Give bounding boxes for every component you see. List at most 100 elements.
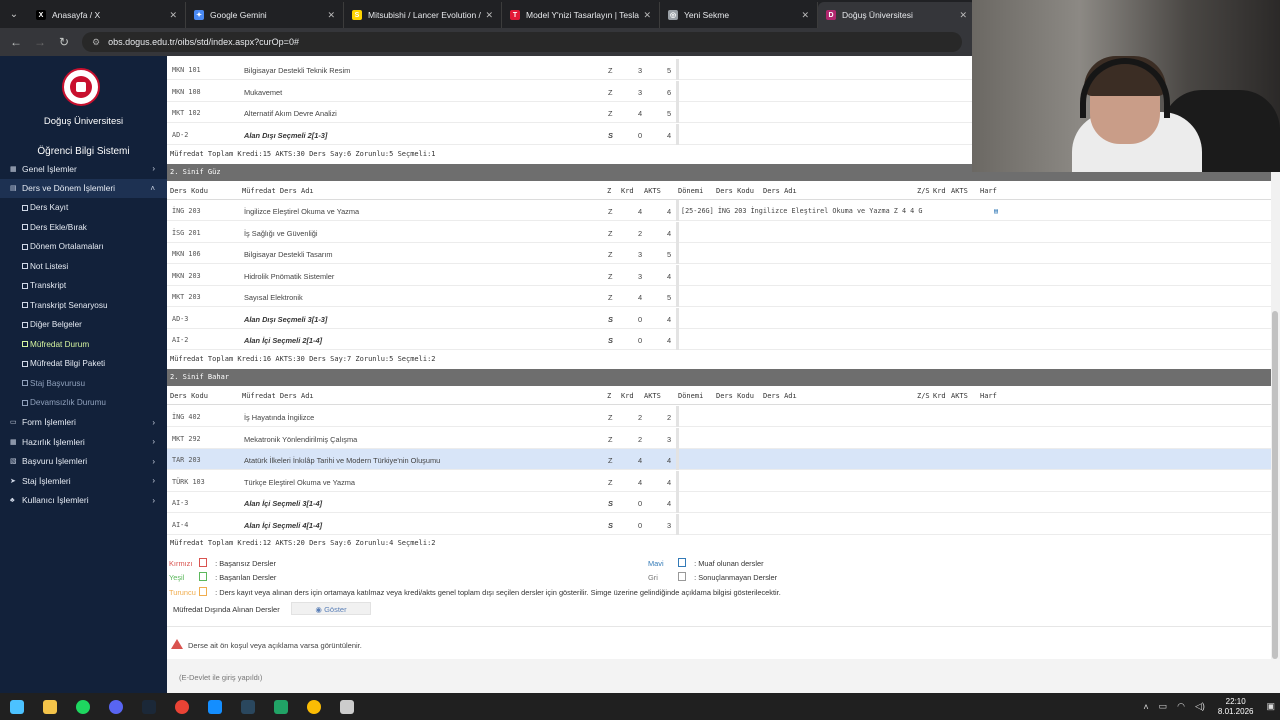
- document-icon[interactable]: ▤: [994, 207, 998, 215]
- sidebar-menu-item[interactable]: ▧ Başvuru İşlemleri ›: [0, 452, 167, 472]
- sidebar-subitem[interactable]: Not Listesi: [0, 257, 167, 277]
- chevron-up-icon[interactable]: ˄: [1143, 702, 1148, 712]
- chevron-icon: ›: [152, 437, 155, 447]
- course-row[interactable]: MKN 106 Bilgisayar Destekli Tasarım Z 3 5: [167, 243, 1271, 264]
- sidebar-menu-item[interactable]: ▦ Genel İşlemler ›: [0, 159, 167, 179]
- semester-summary: Müfredat Toplam Kredi:12 AKTS:20 Ders Sa…: [170, 539, 436, 547]
- scrollbar-thumb[interactable]: [1272, 311, 1278, 659]
- steam2-icon[interactable]: [231, 693, 264, 720]
- sidebar-subitem[interactable]: Ders Kayıt: [0, 198, 167, 218]
- course-credit: 3: [638, 271, 643, 281]
- course-row[interactable]: MKT 203 Sayısal Elektronik Z 4 5: [167, 286, 1271, 307]
- course-akts: 4: [667, 336, 672, 345]
- course-row[interactable]: İNG 203 İngilizce Eleştirel Okuma ve Yazm…: [167, 200, 1271, 221]
- close-icon[interactable]: ✕: [959, 10, 967, 21]
- wifi-icon[interactable]: ◠: [1177, 701, 1185, 712]
- chevron-icon: ›: [152, 456, 155, 466]
- volume-icon[interactable]: ◁): [1195, 701, 1205, 712]
- close-icon[interactable]: ✕: [327, 10, 335, 21]
- windows-start-icon[interactable]: [0, 693, 33, 720]
- course-row[interactable]: AI-4 Alan İçi Seçmeli 4[1-4] S 0 3: [167, 513, 1271, 535]
- col-grade: Harf: [980, 187, 997, 195]
- column-divider: [676, 80, 679, 102]
- course-akts: 4: [667, 130, 672, 140]
- course-row[interactable]: AD-3 Alan Dışı Seçmeli 3[1-3] S 0 4: [167, 307, 1271, 329]
- course-code: İNG 203: [172, 207, 201, 215]
- course-name: Bilgisayar Destekli Tasarım: [244, 250, 333, 259]
- discord-icon[interactable]: [99, 693, 132, 720]
- sidebar-subitem-label: Staj Başvurusu: [30, 378, 86, 388]
- sidebar-subitem[interactable]: Dönem Ortalamaları: [0, 237, 167, 257]
- legend-blue-desc: : Muaf olunan dersler: [694, 559, 764, 568]
- steam-icon[interactable]: [132, 693, 165, 720]
- sidebar-subitem[interactable]: Ders Ekle/Bırak: [0, 218, 167, 238]
- chrome-active-icon[interactable]: [297, 693, 330, 720]
- course-name: Alan Dışı Seçmeli 3[1-3]: [244, 314, 328, 324]
- column-divider: [676, 427, 679, 449]
- forward-icon[interactable]: →: [28, 30, 52, 54]
- col-grade: Harf: [980, 392, 997, 400]
- course-name: Mekatronik Yönlendirilmiş Çalışma: [244, 434, 358, 444]
- browser-tab[interactable]: S Mitsubishi / Lancer Evolution / ✕: [344, 2, 502, 28]
- user-icon: ♣: [10, 496, 15, 504]
- sidebar-menu-item[interactable]: ♣ Kullanıcı İşlemleri ›: [0, 491, 167, 511]
- app2-icon[interactable]: [330, 693, 363, 720]
- col-taken-akts: AKTS: [951, 187, 968, 195]
- back-icon[interactable]: ←: [4, 30, 28, 54]
- course-code: MKN 203: [172, 271, 201, 280]
- show-extra-courses-button[interactable]: ◉ Göster: [291, 602, 371, 615]
- university-logo[interactable]: [62, 68, 100, 106]
- sidebar-subitem[interactable]: Transkript Senaryosu: [0, 296, 167, 316]
- tab-search-icon[interactable]: ⌄: [0, 0, 28, 28]
- close-icon[interactable]: ✕: [801, 10, 809, 21]
- network-icon[interactable]: ▭: [1159, 701, 1168, 712]
- battlenet-icon[interactable]: [198, 693, 231, 720]
- sidebar-subitem[interactable]: Müfredat Bilgi Paketi: [0, 354, 167, 374]
- notification-icon[interactable]: ▣: [1266, 701, 1275, 712]
- app-icon[interactable]: [264, 693, 297, 720]
- sidebar-menu-item[interactable]: ▦ Hazırlık İşlemleri ›: [0, 432, 167, 452]
- course-type: S: [608, 130, 613, 140]
- sidebar-menu-item[interactable]: ▭ Form İşlemleri ›: [0, 413, 167, 433]
- spotify-icon[interactable]: [66, 693, 99, 720]
- course-row[interactable]: MKT 292 Mekatronik Yönlendirilmiş Çalışma…: [167, 427, 1271, 449]
- browser-tab[interactable]: ◎ Yeni Sekme ✕: [660, 2, 818, 28]
- site-info-icon[interactable]: ⚙: [92, 37, 100, 48]
- sidebar-menu-item[interactable]: ▤ Ders ve Dönem İşlemleri ˄: [0, 178, 167, 198]
- course-akts: 6: [667, 87, 672, 97]
- course-row[interactable]: TÜRK 103 Türkçe Eleştirel Okuma ve Yazma Z…: [167, 470, 1271, 492]
- close-icon[interactable]: ✕: [169, 10, 177, 21]
- chrome-icon[interactable]: [165, 693, 198, 720]
- square-icon: [22, 399, 28, 406]
- file-explorer-icon[interactable]: [33, 693, 66, 720]
- column-divider: [676, 449, 679, 470]
- course-row[interactable]: İNG 402 İş Hayatında İngilizce Z 2 2: [167, 406, 1271, 427]
- sidebar-subitem[interactable]: Transkript: [0, 276, 167, 296]
- clock[interactable]: 22:10 8.01.2026: [1218, 697, 1254, 717]
- university-name: Doğuş Üniversitesi: [43, 116, 124, 127]
- course-akts: 5: [667, 250, 672, 259]
- sidebar-menu-item[interactable]: ➤ Staj İşlemleri ›: [0, 471, 167, 491]
- close-icon[interactable]: ✕: [485, 10, 493, 21]
- browser-tab[interactable]: ✦ Google Gemini ✕: [186, 2, 344, 28]
- column-divider: [676, 264, 679, 286]
- col-taken-krd: Krd: [933, 392, 946, 400]
- course-row[interactable]: MKN 203 Hidrolik Pnömatik Sistemler Z 3 4: [167, 264, 1271, 286]
- reload-icon[interactable]: ↻: [52, 30, 76, 54]
- course-code: TÜRK 103: [172, 477, 205, 486]
- course-row[interactable]: AI-3 Alan İçi Seçmeli 3[1-4] S 0 4: [167, 492, 1271, 513]
- sidebar-subitem[interactable]: Staj Başvurusu: [0, 374, 167, 394]
- sidebar-subitem[interactable]: Devamsızlık Durumu: [0, 393, 167, 413]
- close-icon[interactable]: ✕: [643, 10, 651, 21]
- course-row[interactable]: TAR 203 Atatürk İlkeleri İnkılâp Tarihi v…: [167, 449, 1271, 470]
- browser-tab[interactable]: D Doğuş Üniversitesi ✕: [818, 2, 976, 28]
- course-row[interactable]: İSG 201 İş Sağlığı ve Güvenliği Z 2 4: [167, 221, 1271, 243]
- course-row[interactable]: AI-2 Alan İçi Seçmeli 2[1-4] S 0 4: [167, 329, 1271, 350]
- browser-tab[interactable]: T Model Y'nizi Tasarlayın | Tesla ✕: [502, 2, 660, 28]
- url-input[interactable]: ⚙ obs.dogus.edu.tr/oibs/std/index.aspx?c…: [82, 32, 962, 52]
- browser-tab[interactable]: X Anasayfa / X ✕: [28, 2, 186, 28]
- sidebar-subitem[interactable]: Diğer Belgeler: [0, 315, 167, 335]
- failed-doc-icon: [199, 558, 208, 567]
- grid-icon: ▦: [10, 438, 17, 446]
- sidebar-subitem[interactable]: Müfredat Durum: [0, 335, 167, 355]
